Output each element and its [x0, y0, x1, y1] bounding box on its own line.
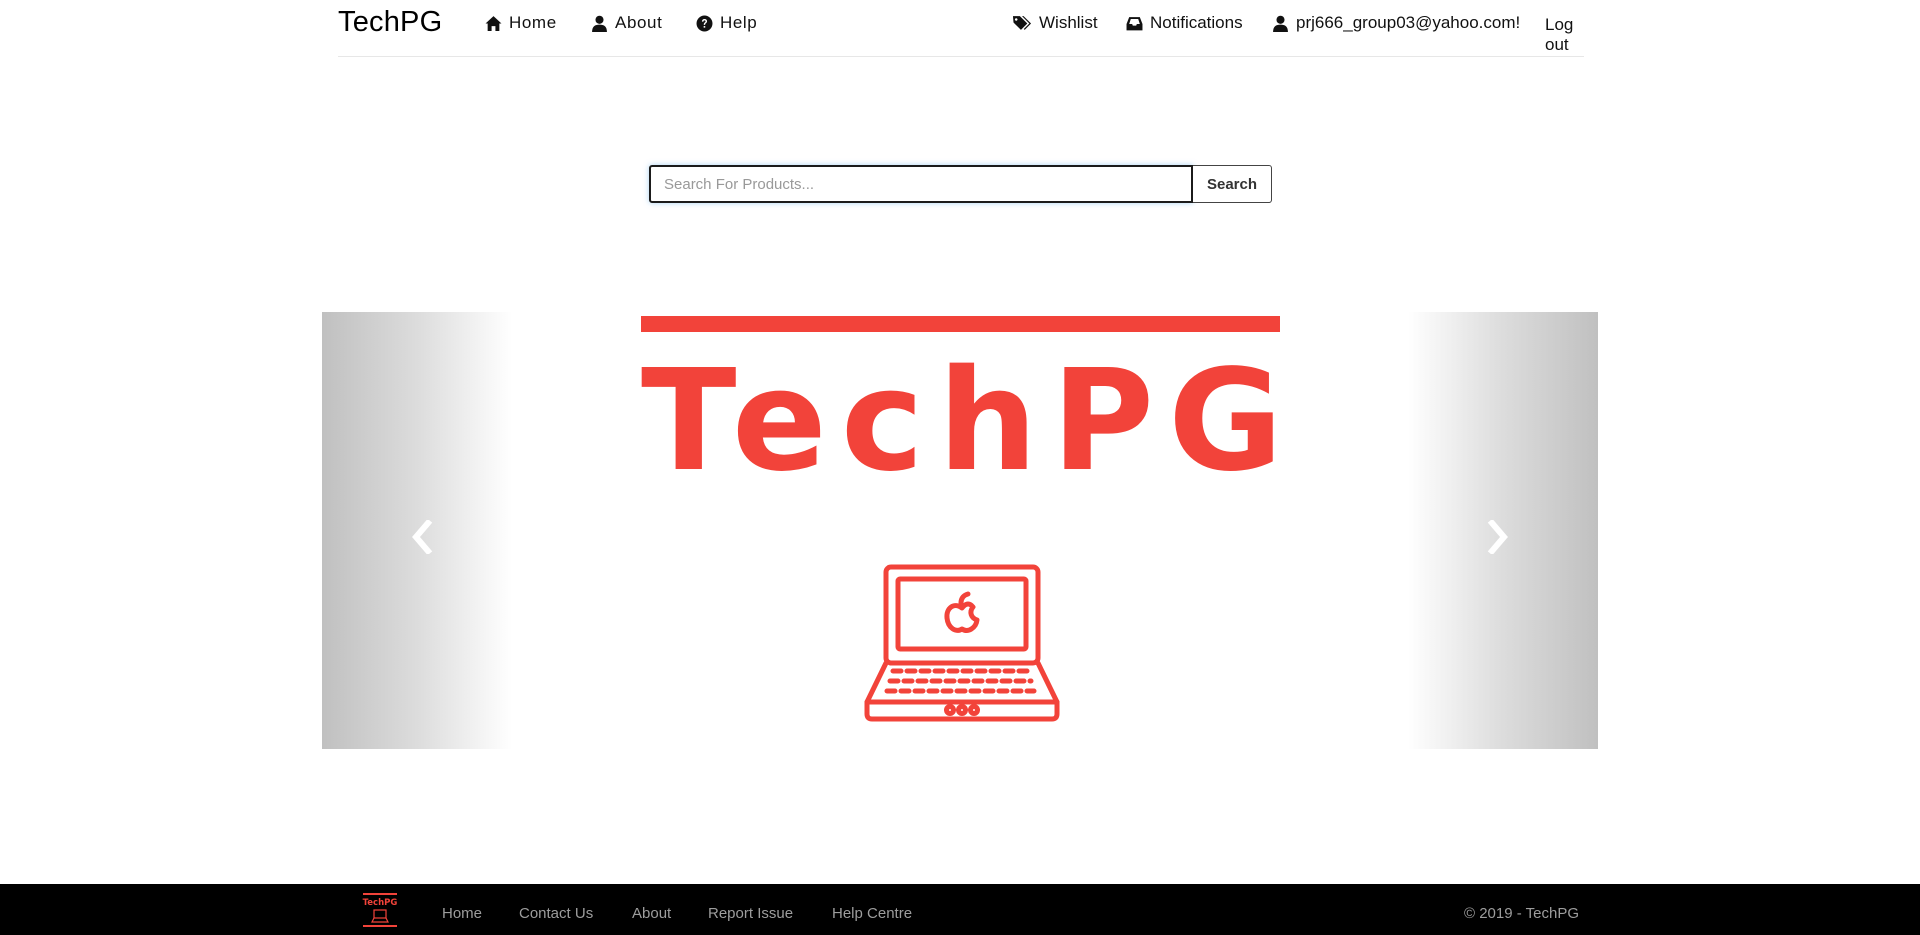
slide-title: TechPG [641, 340, 1298, 503]
nav-wishlist-label: Wishlist [1039, 13, 1098, 32]
tags-icon [1012, 15, 1032, 30]
nav-home-label: Home [509, 13, 557, 32]
slide-accent-bar [641, 316, 1280, 332]
nav-help-label: Help [720, 13, 758, 32]
nav-wishlist-link[interactable]: Wishlist [1012, 13, 1098, 33]
nav-help-link[interactable]: Help [696, 13, 757, 33]
nav-home-link[interactable]: Home [485, 13, 557, 33]
footer-link-report-issue[interactable]: Report Issue [708, 905, 793, 922]
carousel-next-button[interactable] [1408, 312, 1598, 749]
carousel-prev-button[interactable] [322, 312, 512, 749]
nav-notifications-link[interactable]: Notifications [1126, 13, 1243, 33]
footer-link-home[interactable]: Home [442, 905, 482, 922]
nav-about-label: About [615, 13, 663, 32]
footer-link-help-centre[interactable]: Help Centre [832, 905, 912, 922]
footer-logo-text: TechPG [363, 898, 398, 908]
question-circle-icon [696, 15, 713, 31]
search-bar: Search [649, 165, 1272, 203]
user-icon [592, 15, 607, 32]
brand-logo[interactable]: TechPG [338, 6, 442, 39]
nav-notifications-label: Notifications [1150, 13, 1243, 32]
user-email-label: prj666_group03@yahoo.com! [1296, 13, 1521, 32]
home-icon [485, 15, 502, 31]
nav-user-account-link[interactable]: prj666_group03@yahoo.com! [1272, 13, 1520, 33]
top-navbar: TechPG Home About Help Wishlist Notifica… [338, 0, 1584, 57]
footer-copyright: © 2019 - TechPG [1464, 905, 1580, 922]
footer-link-contact-us[interactable]: Contact Us [519, 905, 593, 922]
footer-link-about[interactable]: About [632, 905, 671, 922]
chevron-right-icon [1485, 518, 1511, 556]
user-icon [1273, 15, 1288, 32]
footer-logo[interactable]: TechPG [362, 891, 398, 929]
search-button[interactable]: Search [1193, 165, 1272, 203]
search-input[interactable] [649, 165, 1193, 203]
logout-link[interactable]: Log out [1545, 15, 1584, 55]
inbox-icon [1126, 16, 1143, 30]
chevron-left-icon [409, 518, 435, 556]
hero-carousel: TechPG [322, 312, 1598, 749]
page-footer: TechPG [0, 884, 1920, 935]
nav-about-link[interactable]: About [591, 13, 662, 33]
laptop-apple-icon [864, 564, 1060, 722]
